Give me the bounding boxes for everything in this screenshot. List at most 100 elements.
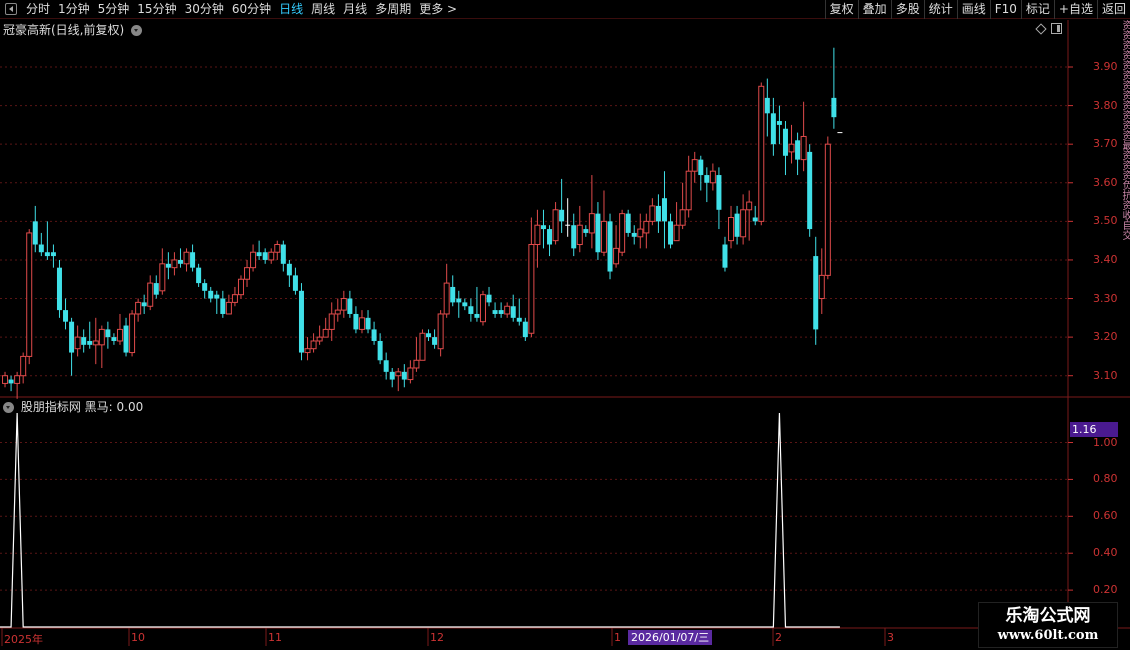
- candle-body: [540, 225, 546, 230]
- candle-body: [607, 221, 613, 272]
- candle-body: [268, 251, 275, 261]
- side-tab[interactable]: 资: [1119, 20, 1130, 30]
- side-tab[interactable]: 抗: [1119, 190, 1130, 200]
- side-tab[interactable]: 资: [1119, 50, 1130, 60]
- candle-body: [310, 340, 317, 350]
- candle-body: [220, 298, 226, 314]
- candle-body: [456, 298, 462, 303]
- candle-body: [50, 252, 56, 257]
- candle-body: [673, 224, 680, 242]
- candle-body: [231, 294, 238, 303]
- side-tab[interactable]: 资: [1119, 30, 1130, 40]
- candle-body: [135, 301, 142, 315]
- candle-body: [655, 205, 661, 222]
- date-label: 11: [268, 631, 282, 644]
- candle-body: [256, 252, 262, 257]
- candle-body: [413, 359, 420, 369]
- watermark-logo: 乐淘公式网 www.60lt.com: [978, 602, 1118, 648]
- candle-body: [795, 140, 801, 160]
- candle-body: [752, 217, 758, 222]
- price-tick-label: 3.40: [1093, 252, 1118, 266]
- candle-body: [559, 209, 565, 222]
- candle-body: [280, 244, 286, 264]
- candle-body: [129, 313, 136, 354]
- candle-body: [728, 217, 735, 242]
- candle-body: [98, 328, 105, 346]
- candle-body: [304, 348, 311, 354]
- side-tab[interactable]: 收: [1119, 210, 1130, 220]
- candle-body: [691, 159, 698, 172]
- price-tick-label: 3.60: [1093, 175, 1118, 189]
- candle-body: [716, 175, 722, 210]
- side-tab[interactable]: 自: [1119, 220, 1130, 230]
- candle-body: [286, 263, 292, 276]
- candle-body: [492, 310, 498, 314]
- side-tab[interactable]: 资: [1119, 110, 1130, 120]
- candle-body: [74, 336, 81, 350]
- candle-body: [401, 371, 407, 380]
- side-tab[interactable]: 资: [1119, 120, 1130, 130]
- candle-body: [237, 278, 244, 296]
- price-tick-label: 3.10: [1093, 368, 1118, 382]
- candle-body: [625, 213, 631, 233]
- candle-body: [353, 313, 359, 330]
- candle-body: [250, 251, 257, 269]
- candle-body: [709, 170, 716, 184]
- candle-body: [800, 135, 807, 161]
- candle-body: [468, 306, 474, 314]
- date-label: 12: [430, 631, 444, 644]
- candle-body: [123, 325, 129, 353]
- side-tab[interactable]: 资: [1119, 40, 1130, 50]
- kline-chart[interactable]: [0, 0, 1130, 650]
- side-tab[interactable]: 资: [1119, 160, 1130, 170]
- date-label: 2025年: [4, 633, 43, 646]
- side-tab[interactable]: 资: [1119, 70, 1130, 80]
- candle-body: [20, 355, 27, 377]
- side-tab[interactable]: 资: [1119, 200, 1130, 210]
- candle-body: [371, 329, 377, 341]
- candle-body: [377, 340, 383, 361]
- indicator-tick-label: 0.40: [1093, 546, 1118, 560]
- candle-body: [547, 229, 553, 245]
- candle-body: [764, 97, 770, 114]
- candle-body: [208, 290, 214, 299]
- side-tab[interactable]: 资: [1119, 170, 1130, 180]
- indicator-tick-label: 0.20: [1093, 583, 1118, 597]
- candle-body: [813, 256, 819, 330]
- side-tab[interactable]: 资: [1119, 80, 1130, 90]
- candle-body: [649, 205, 656, 222]
- side-tab[interactable]: 资: [1119, 150, 1130, 160]
- side-tab[interactable]: 资: [1119, 90, 1130, 100]
- candle-body: [196, 267, 202, 284]
- candle-body: [776, 121, 782, 125]
- candle-body: [426, 333, 432, 338]
- candle-body: [758, 85, 765, 222]
- candle-body: [486, 294, 492, 303]
- candle-body: [159, 263, 166, 292]
- candle-body: [831, 97, 837, 118]
- candle-body: [824, 143, 831, 276]
- candle-body: [8, 379, 14, 384]
- side-tab[interactable]: 最: [1119, 140, 1130, 150]
- candle-body: [111, 337, 117, 341]
- candle-body: [32, 221, 38, 245]
- side-tab[interactable]: 资: [1119, 130, 1130, 140]
- price-tick-label: 3.20: [1093, 330, 1118, 344]
- indicator-line: [0, 412, 840, 628]
- candle-body: [668, 221, 674, 245]
- side-tab[interactable]: 资: [1119, 60, 1130, 70]
- candle-body: [498, 310, 504, 314]
- cursor-date: 2026/01/07/三: [628, 630, 713, 645]
- candle-body: [171, 259, 178, 269]
- candle-body: [685, 170, 692, 211]
- side-tab[interactable]: 交: [1119, 230, 1130, 240]
- candle-body: [637, 228, 644, 238]
- candle-body: [619, 213, 626, 253]
- side-tab[interactable]: 负: [1119, 180, 1130, 190]
- candle-body: [437, 313, 444, 350]
- side-tab[interactable]: 资: [1119, 100, 1130, 110]
- candle-body: [389, 371, 395, 380]
- candle-body: [69, 321, 75, 353]
- candle-body: [2, 375, 9, 384]
- candle-body: [153, 283, 159, 295]
